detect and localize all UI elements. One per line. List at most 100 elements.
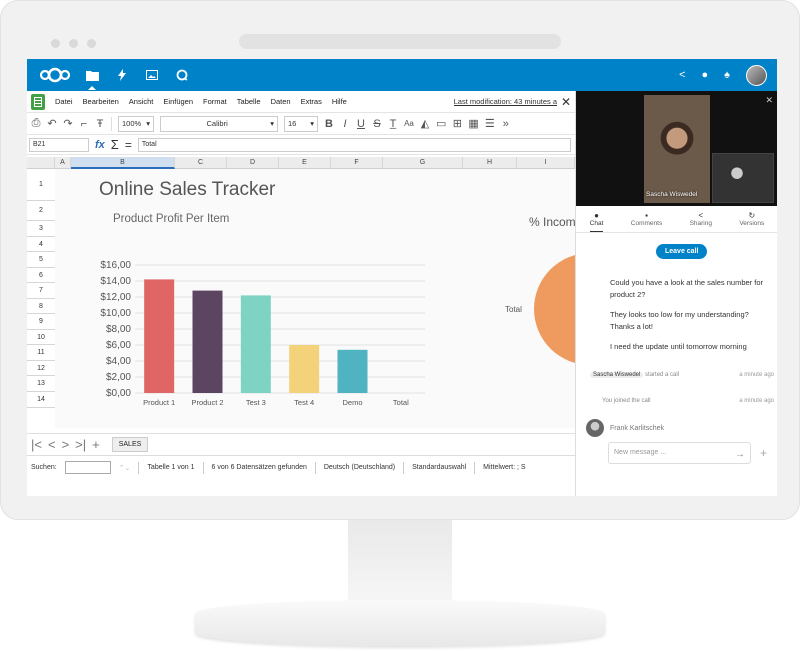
column-header-h[interactable]: H: [463, 157, 517, 169]
row-header[interactable]: 8: [27, 299, 55, 314]
row-header[interactable]: 14: [27, 392, 55, 408]
zoom-select[interactable]: 100% ▾: [118, 115, 154, 132]
new-message-input[interactable]: New message ... →: [608, 442, 751, 464]
equals-icon[interactable]: =: [125, 138, 132, 152]
corner-cell[interactable]: [27, 157, 55, 169]
row-header[interactable]: 7: [27, 283, 55, 299]
underline-icon[interactable]: U: [356, 118, 366, 130]
tab-sharing[interactable]: < Sharing: [690, 209, 712, 232]
talk-icon[interactable]: [167, 59, 197, 91]
tab-chat[interactable]: ● Chat: [589, 209, 604, 232]
close-icon[interactable]: ✕: [765, 95, 773, 106]
gallery-icon[interactable]: [137, 59, 167, 91]
strikethrough-icon[interactable]: S: [372, 118, 382, 130]
bar-chart[interactable]: $0,00 $2,00 $4,00 $6,00 $8,00 $10,00 $12,00 $14…: [65, 227, 425, 417]
function-wizard-icon[interactable]: fx: [95, 139, 105, 151]
formula-input[interactable]: Total: [137, 137, 571, 152]
selection-mode[interactable]: Standardauswahl: [412, 464, 466, 471]
menu-hilfe[interactable]: Hilfe: [332, 97, 347, 106]
column-header-a[interactable]: A: [55, 157, 71, 169]
row-header[interactable]: 12: [27, 361, 55, 376]
language-status[interactable]: Deutsch (Deutschland): [324, 464, 395, 471]
prev-sheet-icon[interactable]: <: [48, 437, 56, 452]
contacts-icon[interactable]: ♠: [724, 69, 730, 81]
font-size-select[interactable]: 16 ▾: [284, 115, 318, 132]
bar[interactable]: [337, 349, 368, 393]
column-header-e[interactable]: E: [279, 157, 331, 169]
bar[interactable]: [289, 345, 320, 393]
undo-icon[interactable]: ↶: [47, 117, 57, 130]
cells-area[interactable]: Online Sales Tracker Product Profit Per …: [55, 169, 600, 428]
print-icon[interactable]: ⎙: [31, 117, 41, 130]
files-icon[interactable]: [77, 59, 107, 91]
close-icon[interactable]: ✕: [557, 95, 575, 109]
font-size-change-icon[interactable]: Aa: [404, 119, 414, 128]
bar[interactable]: [144, 279, 175, 393]
menu-einfuegen[interactable]: Einfügen: [163, 97, 193, 106]
highlight-icon[interactable]: ◭: [420, 117, 430, 130]
column-header-i[interactable]: I: [517, 157, 575, 169]
bar[interactable]: [192, 290, 223, 393]
row-header[interactable]: 4: [27, 237, 55, 252]
menu-ansicht[interactable]: Ansicht: [129, 97, 154, 106]
timestamp: a minute ago: [739, 398, 774, 404]
add-sheet-icon[interactable]: +: [92, 437, 100, 452]
last-modification-link[interactable]: Last modification: 43 minutes a: [454, 97, 557, 106]
font-select[interactable]: Calibri ▾: [160, 115, 278, 132]
sheet-tab-sales[interactable]: SALES: [111, 437, 149, 452]
user-chip[interactable]: Sascha Wiswedel: [590, 372, 644, 378]
menu-datei[interactable]: Datei: [55, 97, 73, 106]
first-sheet-icon[interactable]: |<: [31, 437, 42, 452]
font-color-icon[interactable]: T̲: [388, 118, 398, 130]
background-color-icon[interactable]: ▭: [436, 117, 446, 130]
row-header[interactable]: 9: [27, 314, 55, 330]
align-icon[interactable]: ☰: [485, 117, 495, 130]
tab-comments[interactable]: ▪ Comments: [631, 209, 662, 232]
clear-format-icon[interactable]: Ŧ: [95, 118, 105, 130]
search-arrows-icon[interactable]: ⌃⌄: [119, 464, 131, 472]
search-input[interactable]: [64, 461, 111, 474]
row-header[interactable]: 13: [27, 376, 55, 392]
next-sheet-icon[interactable]: >: [62, 437, 70, 452]
nextcloud-logo[interactable]: [33, 59, 77, 91]
last-sheet-icon[interactable]: >|: [75, 437, 86, 452]
column-header-d[interactable]: D: [227, 157, 279, 169]
cell-reference-box[interactable]: B21: [29, 137, 89, 152]
row-header[interactable]: 6: [27, 268, 55, 283]
send-icon[interactable]: →: [735, 449, 745, 460]
pie-chart[interactable]: TotalP: [495, 249, 590, 379]
menu-format[interactable]: Format: [203, 97, 227, 106]
spreadsheet-grid[interactable]: A B C D E F G H I 1 2 3 4 5 6 7 8 9 10 1…: [27, 157, 600, 428]
leave-call-button[interactable]: Leave call: [656, 244, 708, 259]
user-avatar[interactable]: [746, 64, 767, 86]
bar[interactable]: [240, 295, 271, 393]
menu-tabelle[interactable]: Tabelle: [237, 97, 261, 106]
more-icon[interactable]: »: [501, 118, 511, 130]
row-header[interactable]: 3: [27, 221, 55, 237]
bold-icon[interactable]: B: [324, 118, 334, 130]
menu-extras[interactable]: Extras: [301, 97, 322, 106]
activity-icon[interactable]: [107, 59, 137, 91]
clone-format-icon[interactable]: ⌐: [79, 118, 89, 130]
column-header-f[interactable]: F: [331, 157, 383, 169]
merge-icon[interactable]: ▦: [468, 117, 478, 130]
divider: [202, 461, 204, 474]
tab-versions[interactable]: ↻ Versions: [739, 209, 764, 232]
row-header[interactable]: 2: [27, 201, 55, 221]
column-header-b[interactable]: B: [71, 157, 175, 169]
row-header[interactable]: 1: [27, 169, 55, 201]
row-header[interactable]: 5: [27, 252, 55, 268]
menu-bearbeiten[interactable]: Bearbeiten: [83, 97, 119, 106]
column-header-g[interactable]: G: [383, 157, 463, 169]
share-icon[interactable]: <: [679, 69, 685, 81]
menu-daten[interactable]: Daten: [271, 97, 291, 106]
row-header[interactable]: 11: [27, 345, 55, 361]
column-header-c[interactable]: C: [175, 157, 227, 169]
notifications-icon[interactable]: ●: [702, 69, 709, 81]
add-attachment-icon[interactable]: +: [760, 446, 767, 460]
redo-icon[interactable]: ↷: [63, 117, 73, 130]
italic-icon[interactable]: I: [340, 118, 350, 130]
borders-icon[interactable]: ⊞: [452, 117, 462, 130]
sum-icon[interactable]: Σ: [111, 137, 119, 152]
row-header[interactable]: 10: [27, 330, 55, 345]
